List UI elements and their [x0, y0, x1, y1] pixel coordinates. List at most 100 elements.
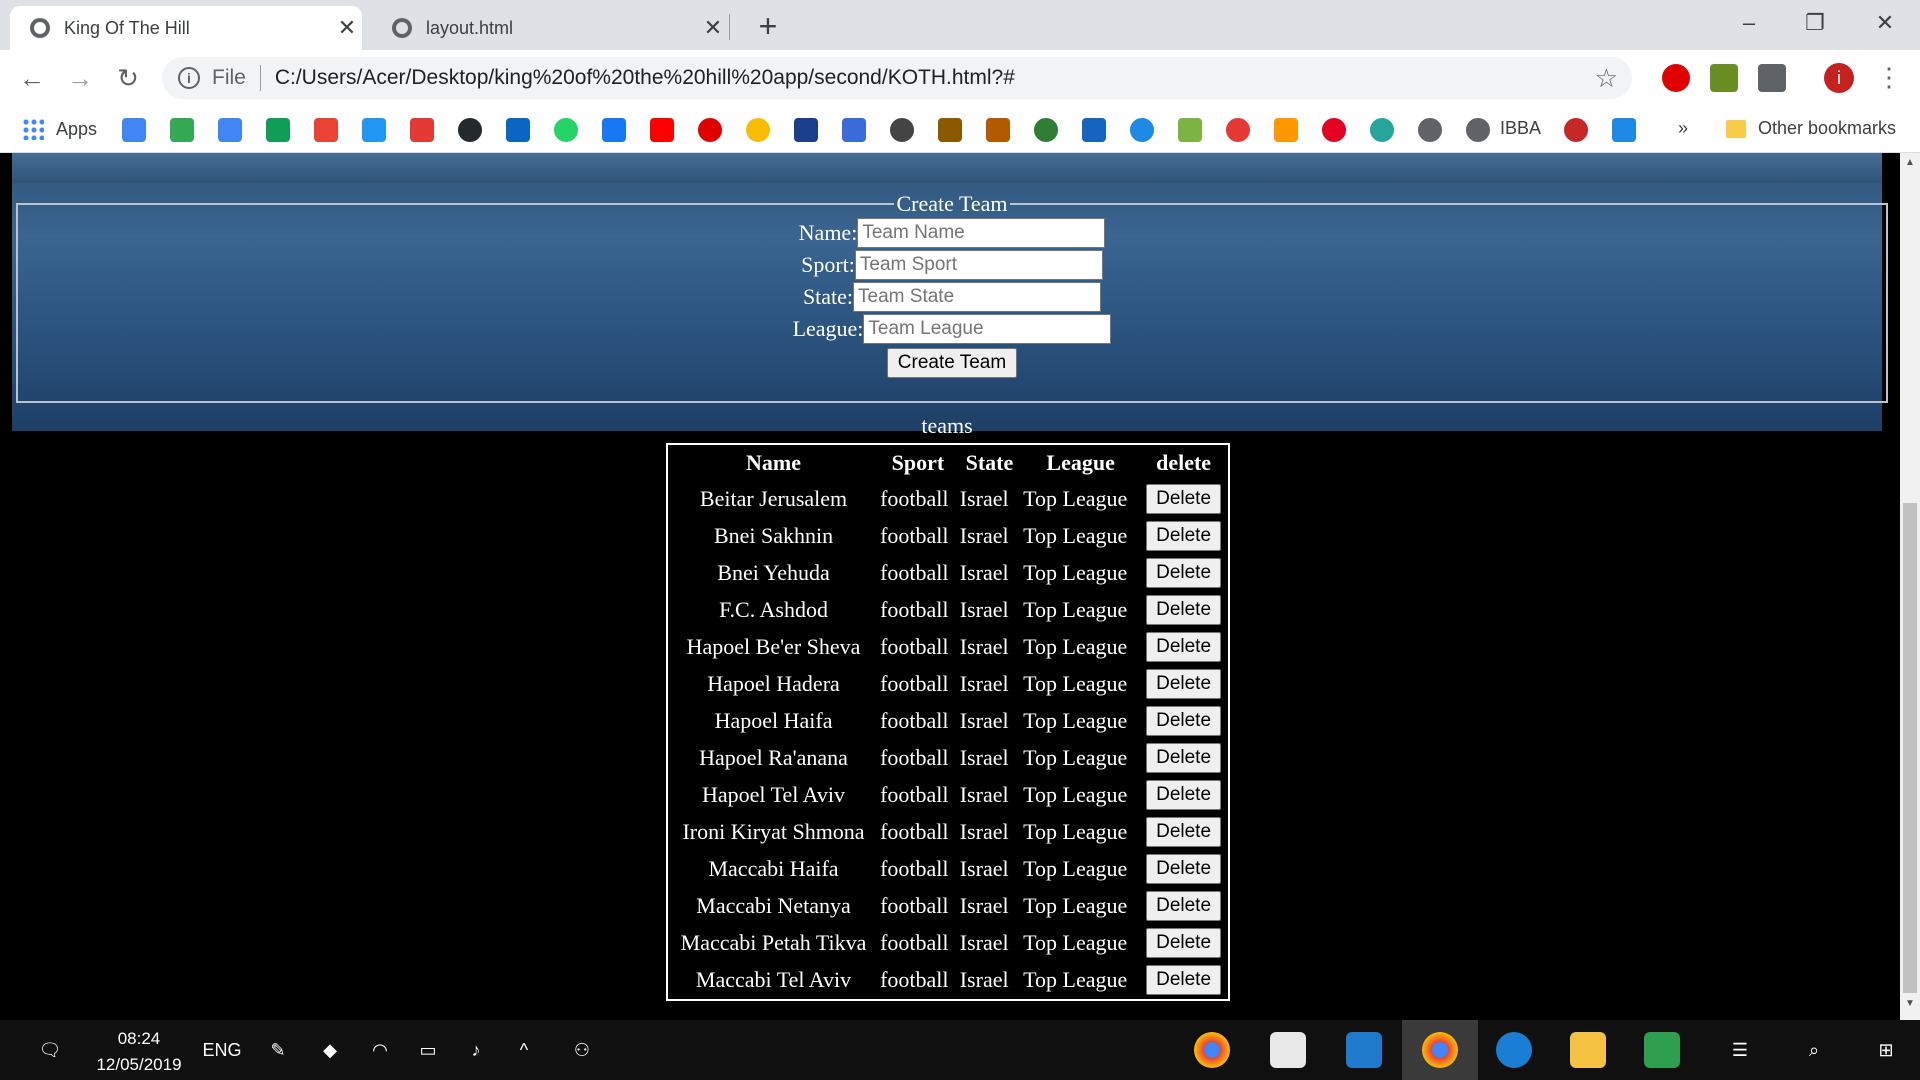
- delete-team-button[interactable]: Delete: [1146, 742, 1222, 773]
- bookmark-ibba[interactable]: IBBA: [1500, 118, 1541, 139]
- delete-team-button[interactable]: Delete: [1146, 964, 1222, 995]
- bookmark-icon[interactable]: [1274, 118, 1298, 142]
- action-center-icon[interactable]: 🗨: [30, 1020, 70, 1080]
- bookmark-icon[interactable]: [1370, 118, 1394, 142]
- search-icon[interactable]: ⌕: [1794, 1020, 1834, 1080]
- profile-avatar[interactable]: i: [1824, 63, 1854, 93]
- bookmark-icon[interactable]: [1034, 118, 1058, 142]
- google-icon[interactable]: [122, 118, 146, 142]
- delete-team-button[interactable]: Delete: [1146, 483, 1222, 514]
- volume-icon[interactable]: ♪: [460, 1020, 492, 1080]
- linkedin-icon[interactable]: [506, 118, 530, 142]
- delete-team-button[interactable]: Delete: [1146, 927, 1222, 958]
- ynet-icon[interactable]: [698, 118, 722, 142]
- delete-team-button[interactable]: Delete: [1146, 631, 1222, 662]
- team-league-input[interactable]: [863, 314, 1112, 344]
- pen-icon[interactable]: ✎: [262, 1020, 294, 1080]
- delete-team-button[interactable]: Delete: [1146, 668, 1222, 699]
- bookmark-icon[interactable]: [842, 118, 866, 142]
- extension-icon[interactable]: [1710, 64, 1738, 92]
- other-bookmarks[interactable]: Other bookmarks: [1758, 118, 1896, 139]
- url-text[interactable]: C:/Users/Acer/Desktop/king%20of%20the%20…: [275, 66, 1015, 90]
- delete-team-button[interactable]: Delete: [1146, 890, 1222, 921]
- bookmark-icon[interactable]: [938, 118, 962, 142]
- language-indicator[interactable]: ENG: [200, 1020, 244, 1080]
- page-scrollbar[interactable]: ▲ ▼: [1900, 153, 1920, 1020]
- globe-icon[interactable]: [1466, 118, 1490, 142]
- delete-team-button[interactable]: Delete: [1146, 853, 1222, 884]
- minimize-button[interactable]: –: [1726, 8, 1772, 38]
- wifi-icon[interactable]: ◠: [364, 1020, 396, 1080]
- extension-icon[interactable]: [1758, 64, 1786, 92]
- team-state-input[interactable]: [853, 282, 1102, 312]
- bookmark-star-icon[interactable]: ☆: [1595, 63, 1618, 94]
- forward-button[interactable]: →: [64, 62, 96, 94]
- chrome-app-icon[interactable]: [1422, 1032, 1458, 1068]
- info-icon[interactable]: i: [178, 67, 200, 89]
- github-icon[interactable]: [458, 118, 482, 142]
- chrome-app-icon[interactable]: [1194, 1032, 1230, 1068]
- notes-app-icon[interactable]: [1644, 1032, 1680, 1068]
- team-sport-cell: football: [880, 670, 949, 696]
- scroll-up-arrow-icon[interactable]: ▲: [1900, 157, 1920, 175]
- people-icon[interactable]: ⚇: [566, 1020, 598, 1080]
- delete-team-button[interactable]: Delete: [1146, 557, 1222, 588]
- scroll-down-arrow-icon[interactable]: ▼: [1900, 998, 1920, 1016]
- bookmark-icon[interactable]: [1226, 118, 1250, 142]
- reload-button[interactable]: ↻: [112, 62, 144, 94]
- create-team-button[interactable]: Create Team: [886, 348, 1018, 378]
- bookmark-icon[interactable]: [1564, 118, 1588, 142]
- team-name-input[interactable]: [857, 218, 1106, 248]
- team-sport-input[interactable]: [854, 250, 1103, 280]
- bookmark-icon[interactable]: [1612, 118, 1636, 142]
- sheets-icon[interactable]: [266, 118, 290, 142]
- youtube-icon[interactable]: [650, 118, 674, 142]
- dropbox-icon[interactable]: ◆: [314, 1020, 346, 1080]
- windows-start-icon[interactable]: ⊞: [1866, 1020, 1906, 1080]
- delete-team-button[interactable]: Delete: [1146, 520, 1222, 551]
- battery-icon[interactable]: ▭: [412, 1020, 444, 1080]
- delete-team-button[interactable]: Delete: [1146, 594, 1222, 625]
- delete-team-button[interactable]: Delete: [1146, 816, 1222, 847]
- bookmark-icon[interactable]: [1082, 118, 1106, 142]
- close-tab-icon[interactable]: ✕: [698, 15, 728, 41]
- adblock-extension-icon[interactable]: [1662, 64, 1690, 92]
- bookmark-apps[interactable]: Apps: [22, 118, 97, 140]
- address-bar[interactable]: i File C:/Users/Acer/Desktop/king%20of%2…: [162, 57, 1632, 99]
- delete-team-button[interactable]: Delete: [1146, 705, 1222, 736]
- menu-icon[interactable]: ⋮: [1876, 62, 1902, 93]
- task-view-icon[interactable]: ☰: [1720, 1020, 1760, 1080]
- edge-app-icon[interactable]: [1496, 1032, 1532, 1068]
- bookmark-icon[interactable]: [794, 118, 818, 142]
- restore-button[interactable]: ❐: [1792, 8, 1838, 38]
- whatsapp-icon[interactable]: [554, 118, 578, 142]
- bookmark-icon[interactable]: [410, 118, 434, 142]
- team-state-cell: Israel: [959, 707, 1009, 733]
- new-tab-button[interactable]: +: [748, 8, 788, 45]
- show-hidden-icons[interactable]: ^: [508, 1020, 540, 1080]
- translate-icon[interactable]: [218, 118, 242, 142]
- close-window-button[interactable]: ✕: [1862, 8, 1908, 38]
- gmail-icon[interactable]: [314, 118, 338, 142]
- bookmarks-overflow[interactable]: »: [1678, 118, 1688, 139]
- delete-team-button[interactable]: Delete: [1146, 779, 1222, 810]
- maps-icon[interactable]: [170, 118, 194, 142]
- tab-king-of-the-hill[interactable]: King Of The Hill ✕: [10, 6, 362, 50]
- scrollbar-thumb[interactable]: [1903, 503, 1917, 993]
- tab-layout-html[interactable]: layout.html ✕: [372, 6, 728, 50]
- system-clock[interactable]: 08:24 12/05/2019: [84, 1026, 194, 1078]
- bookmark-icon[interactable]: [1130, 118, 1154, 142]
- close-tab-icon[interactable]: ✕: [332, 15, 362, 41]
- bookmark-icon[interactable]: [1178, 118, 1202, 142]
- file-explorer-icon[interactable]: [1570, 1032, 1606, 1068]
- photos-app-icon[interactable]: [1270, 1032, 1306, 1068]
- back-button[interactable]: ←: [16, 62, 48, 94]
- bookmark-icon[interactable]: [362, 118, 386, 142]
- facebook-icon[interactable]: [602, 118, 626, 142]
- speedometer-icon[interactable]: [1418, 118, 1442, 142]
- bookmark-icon[interactable]: [746, 118, 770, 142]
- bookmark-icon[interactable]: [986, 118, 1010, 142]
- vscode-app-icon[interactable]: [1346, 1032, 1382, 1068]
- gear-icon[interactable]: [890, 118, 914, 142]
- pinterest-icon[interactable]: [1322, 118, 1346, 142]
